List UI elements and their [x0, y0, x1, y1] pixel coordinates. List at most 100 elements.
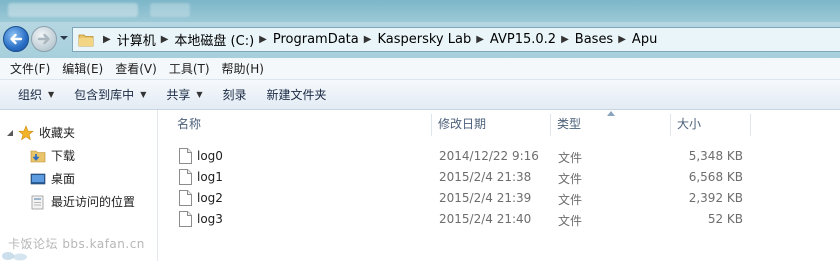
file-name-cell: log2	[179, 188, 223, 208]
recent-places-icon	[31, 195, 44, 209]
menu-view[interactable]: 查看(V)	[110, 60, 162, 77]
back-button[interactable]	[3, 26, 29, 52]
blurred-window-title-extra	[150, 3, 190, 17]
file-row[interactable]: log1 2015/2/4 21:38 文件 6,568 KB	[159, 167, 840, 187]
recent-pages-dropdown-icon[interactable]	[59, 33, 69, 43]
file-name: log1	[197, 170, 223, 184]
file-modified: 2015/2/4 21:39	[439, 191, 532, 205]
column-divider[interactable]	[550, 114, 551, 136]
watermark-logo-icon	[2, 252, 27, 261]
breadcrumb-item[interactable]: ▶ Bases	[556, 28, 613, 51]
file-row[interactable]: log2 2015/2/4 21:39 文件 2,392 KB	[159, 188, 840, 208]
breadcrumb-label: AVP15.0.2	[489, 32, 557, 47]
nav-recent-places-label: 最近访问的位置	[51, 195, 136, 209]
file-name-cell: log3	[179, 209, 223, 229]
downloads-folder-icon	[30, 150, 46, 162]
menu-help[interactable]: 帮助(H)	[217, 60, 269, 77]
menu-tools[interactable]: 工具(T)	[164, 60, 215, 77]
breadcrumb-item[interactable]: ▶ AVP15.0.2	[471, 28, 556, 51]
breadcrumb-label: 本地磁盘 (C:)	[174, 34, 255, 49]
breadcrumb-item[interactable]: ▶ ProgramData	[254, 28, 359, 51]
file-type: 文件	[558, 193, 583, 207]
breadcrumb-separator-icon: ▶	[363, 34, 372, 45]
column-divider[interactable]	[431, 114, 432, 136]
blurred-window-title	[8, 3, 138, 17]
breadcrumb-separator-icon: ▶	[561, 34, 569, 45]
breadcrumb-label: Kaspersky Lab	[377, 32, 472, 47]
address-bar[interactable]: ▶ 计算机 ▶ 本地磁盘 (C:) ▶ ProgramData ▶ Kasper…	[72, 27, 840, 52]
star-icon	[18, 124, 34, 140]
column-divider[interactable]	[750, 114, 751, 136]
share-label: 共享	[166, 88, 191, 102]
command-bar: 组织 ▼ 包含到库中 ▼ 共享 ▼ 刻录 新建文件夹	[0, 80, 840, 110]
file-name-cell: log0	[179, 146, 223, 166]
folder-icon	[78, 34, 94, 46]
column-modified-label: 修改日期	[438, 117, 487, 131]
window-title-bar	[0, 0, 840, 22]
column-header-modified[interactable]: 修改日期	[438, 110, 486, 137]
organize-button[interactable]: 组织 ▼	[8, 80, 64, 109]
menu-edit[interactable]: 编辑(E)	[57, 60, 108, 77]
nav-downloads-label: 下载	[51, 149, 76, 163]
nav-desktop-label: 桌面	[51, 172, 76, 186]
breadcrumb-separator-icon: ▶	[103, 34, 111, 45]
file-size: 6,568 KB	[688, 170, 743, 184]
breadcrumb-separator-icon: ▶	[160, 34, 169, 45]
file-size: 52 KB	[707, 212, 743, 226]
breadcrumb-item[interactable]: ▶ Kaspersky Lab	[359, 28, 471, 51]
column-header-type[interactable]: 类型	[557, 110, 581, 137]
dropdown-arrow-icon: ▼	[48, 90, 55, 99]
dropdown-arrow-icon: ▼	[196, 90, 203, 99]
sort-arrow-icon	[607, 111, 615, 116]
nav-favorites[interactable]: 收藏夹	[18, 124, 75, 141]
share-button[interactable]: 共享 ▼	[156, 80, 212, 109]
breadcrumb-separator-icon: ▶	[618, 34, 626, 45]
dropdown-arrow-icon: ▼	[140, 90, 147, 99]
burn-label: 刻录	[222, 88, 247, 102]
column-header-size[interactable]: 大小	[677, 110, 701, 137]
forward-button[interactable]	[31, 26, 57, 52]
organize-label: 组织	[18, 88, 43, 102]
file-modified: 2014/12/22 9:16	[439, 149, 539, 163]
file-modified: 2015/2/4 21:38	[439, 170, 532, 184]
breadcrumb-label: Apu	[631, 32, 658, 47]
breadcrumb-item[interactable]: ▶ 计算机	[98, 28, 156, 51]
burn-button[interactable]: 刻录	[213, 80, 257, 109]
file-type: 文件	[558, 151, 583, 165]
nav-recent-places[interactable]: 最近访问的位置	[30, 193, 135, 210]
menu-file[interactable]: 文件(F)	[5, 60, 55, 77]
new-folder-button[interactable]: 新建文件夹	[257, 80, 337, 109]
nav-desktop[interactable]: 桌面	[30, 170, 75, 187]
file-icon	[179, 148, 192, 164]
collapse-triangle-icon[interactable]	[6, 129, 14, 137]
file-modified: 2015/2/4 21:40	[439, 212, 532, 226]
file-row[interactable]: log3 2015/2/4 21:40 文件 52 KB	[159, 209, 840, 229]
column-type-label: 类型	[557, 117, 582, 131]
nav-downloads[interactable]: 下载	[30, 147, 75, 164]
file-icon	[179, 190, 192, 206]
navigation-bar: ▶ 计算机 ▶ 本地磁盘 (C:) ▶ ProgramData ▶ Kasper…	[0, 22, 840, 58]
desktop-icon	[30, 173, 46, 184]
column-header-name[interactable]: 名称	[177, 110, 201, 137]
breadcrumb-item[interactable]: ▶ Apu	[613, 28, 657, 51]
new-folder-label: 新建文件夹	[266, 88, 327, 102]
column-size-label: 大小	[677, 117, 702, 131]
file-icon	[179, 169, 192, 185]
file-name-cell: log1	[179, 167, 223, 187]
column-name-label: 名称	[177, 117, 202, 131]
breadcrumb-item[interactable]: ▶ 本地磁盘 (C:)	[156, 28, 254, 51]
back-arrow-icon	[10, 33, 23, 45]
file-name: log2	[197, 191, 223, 205]
breadcrumb-separator-icon: ▶	[259, 34, 267, 45]
breadcrumb-separator-icon: ▶	[476, 34, 484, 45]
file-type: 文件	[558, 214, 583, 228]
include-in-library-label: 包含到库中	[74, 88, 135, 102]
file-row[interactable]: log0 2014/12/22 9:16 文件 5,348 KB	[159, 146, 840, 166]
column-divider[interactable]	[670, 114, 671, 136]
file-size: 2,392 KB	[688, 191, 743, 205]
include-in-library-button[interactable]: 包含到库中 ▼	[64, 80, 156, 109]
breadcrumb-label: Bases	[574, 32, 614, 47]
file-name: log0	[197, 149, 223, 163]
nav-favorites-label: 收藏夹	[39, 126, 76, 140]
file-name: log3	[197, 212, 223, 226]
